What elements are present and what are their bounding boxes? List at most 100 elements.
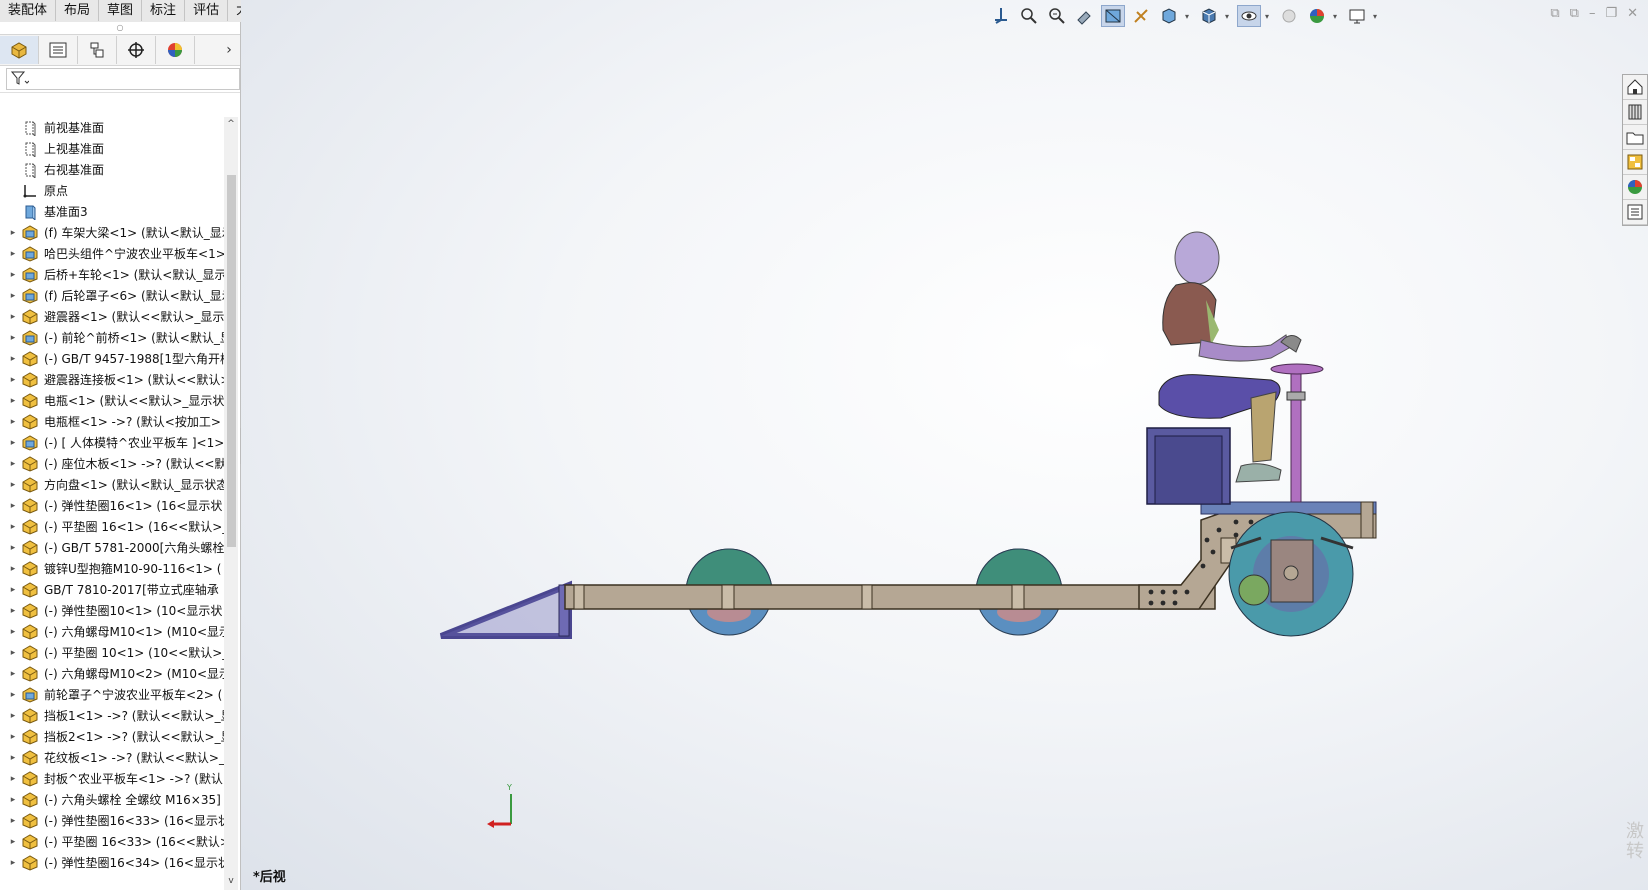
tree-item[interactable]: ▸ 前轮罩子^宁波农业平板车<2> ( — [0, 684, 224, 705]
tree-item[interactable]: ▸ (-) 弹性垫圈16<33> (16<显示状 — [0, 810, 224, 831]
tree-item[interactable]: ▸ 镀锌U型抱箍M10-90-116<1> ( — [0, 558, 224, 579]
apply-scene-icon[interactable] — [1305, 5, 1329, 27]
graphics-area[interactable]: ▾ ▾ ▾ ▾ ▾ ⧉ ⧉ – ❐ ✕ Y 激转 — [241, 0, 1648, 890]
tree-item[interactable]: ▸ 后桥+车轮<1> (默认<默认_显示 — [0, 264, 224, 285]
dropdown-arrow-icon[interactable]: ▾ — [1225, 12, 1233, 21]
tree-item[interactable]: ▸ (-) 平垫圈 16<33> (16<<默认>_ — [0, 831, 224, 852]
scroll-up-arrow-icon[interactable]: ^ — [224, 117, 238, 131]
tree-item[interactable]: ▸ (-) 弹性垫圈16<1> (16<显示状 — [0, 495, 224, 516]
view-settings-icon[interactable] — [1345, 5, 1369, 27]
tree-item[interactable]: ▸ (-) 六角螺母M10<2> (M10<显示 — [0, 663, 224, 684]
zoom-area-icon[interactable] — [1045, 5, 1069, 27]
panel-grip[interactable]: ○ — [0, 22, 240, 34]
tree-item[interactable]: ▸ (-) 弹性垫圈10<1> (10<显示状 — [0, 600, 224, 621]
tree-item[interactable]: ▸ (-) 座位木板<1> ->? (默认<<默 — [0, 453, 224, 474]
scroll-thumb[interactable] — [227, 175, 236, 547]
expand-arrow-icon[interactable]: ▸ — [6, 795, 20, 805]
tab-2[interactable]: 草图 — [99, 0, 143, 21]
display-style-icon[interactable] — [1197, 5, 1221, 27]
expand-arrow-icon[interactable]: ▸ — [6, 480, 20, 490]
tree-item[interactable]: ▸ (-) 六角螺母M10<1> (M10<显示 — [0, 621, 224, 642]
dynamic-annotation-icon[interactable] — [1129, 5, 1153, 27]
tree-item[interactable]: 基准面3 — [0, 201, 224, 222]
tree-item[interactable]: ▸ (f) 车架大梁<1> (默认<默认_显示 — [0, 222, 224, 243]
tree-item[interactable]: ▸ 挡板2<1> ->? (默认<<默认>_显 — [0, 726, 224, 747]
expand-arrow-icon[interactable]: ▸ — [6, 417, 20, 427]
expand-arrow-icon[interactable]: ▸ — [6, 249, 20, 259]
scroll-down-arrow-icon[interactable]: v — [224, 876, 238, 890]
restore-icon[interactable]: ❐ — [1605, 6, 1617, 21]
tree-item[interactable]: ▸ 哈巴头组件^宁波农业平板车<1> — [0, 243, 224, 264]
tree-item[interactable]: ▸ (-) 平垫圈 16<1> (16<<默认>_ — [0, 516, 224, 537]
expand-arrow-icon[interactable]: ▸ — [6, 459, 20, 469]
expand-arrow-icon[interactable]: ▸ — [6, 606, 20, 616]
tree-item[interactable]: 原点 — [0, 180, 224, 201]
expand-arrow-icon[interactable]: ▸ — [6, 669, 20, 679]
expand-arrow-icon[interactable]: ▸ — [6, 375, 20, 385]
previous-view-icon[interactable] — [1073, 5, 1097, 27]
expand-arrow-icon[interactable]: ▸ — [6, 711, 20, 721]
expand-arrow-icon[interactable]: ▸ — [6, 333, 20, 343]
expand-arrow-icon[interactable]: ▸ — [6, 501, 20, 511]
tree-item[interactable]: 右视基准面 — [0, 159, 224, 180]
expand-arrow-icon[interactable]: ▸ — [6, 585, 20, 595]
tree-item[interactable]: ▸ 避震器<1> (默认<<默认>_显示 — [0, 306, 224, 327]
expand-arrow-icon[interactable]: ▸ — [6, 291, 20, 301]
dropdown-arrow-icon[interactable]: ▾ — [1265, 12, 1273, 21]
dropdown-arrow-icon[interactable]: ▾ — [1373, 12, 1381, 21]
tree-scrollbar[interactable]: ^ v — [224, 117, 238, 890]
custom-properties-icon[interactable] — [1623, 200, 1647, 225]
expand-arrow-icon[interactable]: ▸ — [6, 438, 20, 448]
tree-item[interactable]: ▸ (-) GB/T 5781-2000[六角头螺栓 — [0, 537, 224, 558]
tab-4[interactable]: 评估 — [185, 0, 229, 21]
tree-item[interactable]: ▸ (-) 弹性垫圈16<34> (16<显示状 — [0, 852, 224, 873]
tile-left-icon[interactable]: ⧉ — [1550, 6, 1559, 21]
tree-item[interactable]: ▸ 花纹板<1> ->? (默认<<默认>_ — [0, 747, 224, 768]
dropdown-arrow-icon[interactable]: ▾ — [1185, 12, 1193, 21]
tree-item[interactable]: ▸ (f) 后轮罩子<6> (默认<默认_显示 — [0, 285, 224, 306]
section-view-icon[interactable] — [1101, 5, 1125, 27]
property-manager-tab-icon[interactable] — [39, 36, 78, 64]
home-icon[interactable] — [1623, 75, 1647, 100]
tree-item[interactable]: ▸ 封板^农业平板车<1> ->? (默认 — [0, 768, 224, 789]
expand-arrow-icon[interactable]: ▸ — [6, 627, 20, 637]
design-library-icon[interactable] — [1623, 100, 1647, 125]
expand-arrow-icon[interactable]: ▸ — [6, 690, 20, 700]
expand-arrow-icon[interactable]: ▸ — [6, 354, 20, 364]
dimxpert-tab-icon[interactable] — [117, 36, 156, 64]
tree-item[interactable]: ▸ (-) GB/T 9457-1988[1型六角开槽 — [0, 348, 224, 369]
expand-arrow-icon[interactable]: ▸ — [6, 816, 20, 826]
tab-1[interactable]: 布局 — [56, 0, 100, 21]
funnel-icon[interactable] — [10, 71, 30, 88]
expand-arrow-icon[interactable]: ▸ — [6, 858, 20, 868]
tree-item[interactable]: 前视基准面 — [0, 117, 224, 138]
expand-arrow-icon[interactable]: ▸ — [6, 312, 20, 322]
configuration-manager-tab-icon[interactable] — [78, 36, 117, 64]
feature-manager-tab-icon[interactable] — [0, 36, 39, 64]
expand-arrow-icon[interactable]: ▸ — [6, 564, 20, 574]
file-explorer-icon[interactable] — [1623, 125, 1647, 150]
expand-arrow-icon[interactable]: ▸ — [6, 774, 20, 784]
tree-item[interactable]: ▸ (-) [ 人体模特^农业平板车 ]<1> — [0, 432, 224, 453]
edit-appearance-icon[interactable] — [1277, 5, 1301, 27]
expand-arrow-icon[interactable]: ▸ — [6, 228, 20, 238]
expand-arrow-icon[interactable]: ▸ — [6, 732, 20, 742]
tree-item[interactable]: ▸ 电瓶框<1> ->? (默认<按加工> — [0, 411, 224, 432]
appearances-icon[interactable] — [1623, 175, 1647, 200]
tree-item[interactable]: ▸ GB/T 7810-2017[带立式座轴承 — [0, 579, 224, 600]
tree-item[interactable]: ▸ 挡板1<1> ->? (默认<<默认>_显 — [0, 705, 224, 726]
view-orientation-cube-icon[interactable] — [1157, 5, 1181, 27]
tree-item[interactable]: ▸ 方向盘<1> (默认<默认_显示状态 — [0, 474, 224, 495]
expand-arrow-icon[interactable]: ▸ — [6, 837, 20, 847]
more-tabs-chevron-icon[interactable]: › — [218, 42, 240, 58]
close-icon[interactable]: ✕ — [1627, 6, 1638, 21]
tree-item[interactable]: ▸ (-) 前轮^前桥<1> (默认<默认_显 — [0, 327, 224, 348]
expand-arrow-icon[interactable]: ▸ — [6, 648, 20, 658]
tree-item[interactable]: ▸ 电瓶<1> (默认<<默认>_显示状 — [0, 390, 224, 411]
expand-arrow-icon[interactable]: ▸ — [6, 543, 20, 553]
tab-0[interactable]: 装配体 — [0, 0, 57, 21]
zoom-to-fit-icon[interactable] — [1017, 5, 1041, 27]
tree-item[interactable]: 上视基准面 — [0, 138, 224, 159]
tile-right-icon[interactable]: ⧉ — [1570, 6, 1579, 21]
minimize-icon[interactable]: – — [1589, 6, 1596, 21]
